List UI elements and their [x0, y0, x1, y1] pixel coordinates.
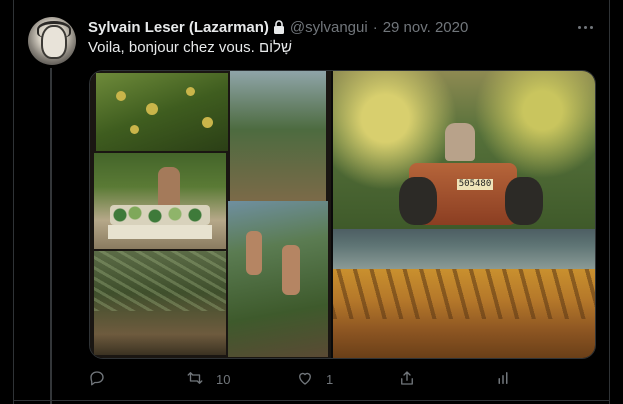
more-options-icon[interactable]: [574, 16, 596, 38]
user-handle[interactable]: @sylvangui: [290, 19, 368, 36]
tweet-actions: 10 1: [88, 366, 518, 392]
avatar-face: [41, 25, 67, 59]
collage-palm-fronds-photo: [94, 251, 226, 355]
like-count: 1: [326, 371, 334, 387]
lock-icon: [272, 19, 286, 35]
share-button[interactable]: [398, 366, 428, 392]
tractor-plate: 505480: [457, 179, 493, 190]
tractor-wheel-left: [399, 177, 437, 225]
collage-palm-climbers-photo: [228, 201, 328, 357]
share-icon: [398, 369, 416, 390]
tweet-text: Voila, bonjour chez vous. שָׁלוֹם: [88, 39, 292, 56]
collage-melon-harvest-photo: [94, 153, 226, 249]
collage-orchard-photo: [96, 73, 228, 151]
avatar[interactable]: [28, 17, 76, 65]
timeline-border-left: [13, 0, 14, 404]
retweet-icon: [186, 369, 204, 390]
analytics-button[interactable]: [494, 366, 524, 392]
photo-desert-hills: [333, 269, 595, 358]
tractor-wheel-right: [505, 177, 543, 225]
tweet-divider: [13, 400, 610, 401]
media-image-collage[interactable]: [90, 71, 331, 358]
reply-button[interactable]: [88, 366, 118, 392]
like-button[interactable]: 1: [296, 366, 333, 392]
retweet-count: 10: [216, 371, 231, 387]
media-image-tractor-desert[interactable]: 505480: [333, 71, 595, 358]
tweet-date[interactable]: 29 nov. 2020: [383, 19, 469, 36]
reply-icon: [88, 369, 106, 390]
retweet-button[interactable]: 10: [186, 366, 230, 392]
tweet-media[interactable]: 505480: [89, 70, 596, 359]
farmer-figure: [445, 123, 475, 161]
photo-sea-strip: [333, 229, 595, 269]
collage-palm-grove-photo: [230, 71, 326, 201]
thread-connector-line: [50, 68, 52, 404]
analytics-icon: [494, 369, 512, 390]
timeline-border-right: [609, 0, 610, 404]
tweet-header: Sylvain Leser (Lazarman) @sylvangui · 29…: [88, 16, 468, 38]
separator-dot: ·: [372, 18, 378, 36]
photo-tractor-orchard: 505480: [333, 71, 595, 229]
display-name[interactable]: Sylvain Leser (Lazarman): [88, 19, 269, 36]
heart-icon: [296, 369, 314, 390]
